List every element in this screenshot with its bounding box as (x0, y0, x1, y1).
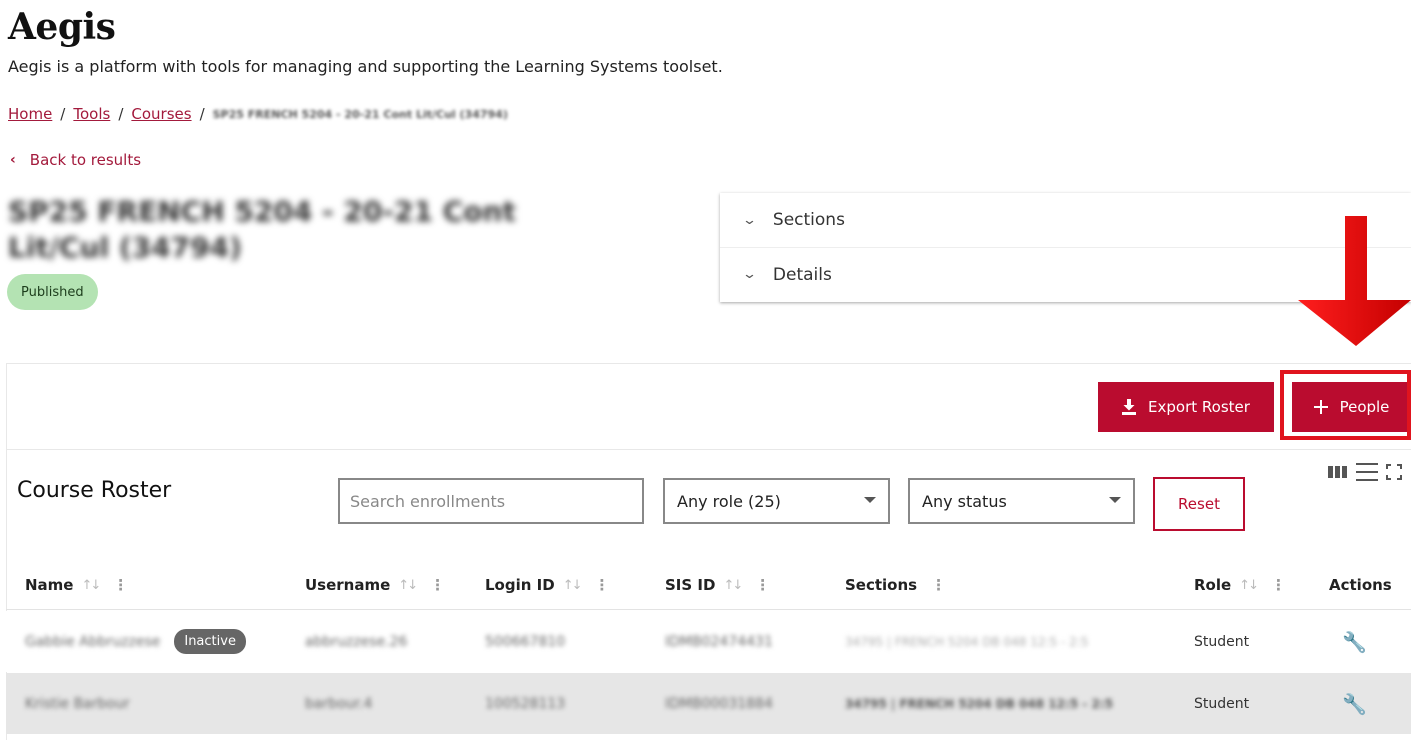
app-title: Aegis (8, 6, 116, 48)
column-header-login-id[interactable]: Login ID ↑↓ ⋮ (485, 576, 609, 594)
highlight-annotation (1280, 370, 1411, 440)
caret-down-icon (1109, 497, 1121, 503)
table-row[interactable]: Gabbie Abbruzzese Inactive abbruzzese.26… (6, 611, 1411, 672)
column-header-username[interactable]: Username ↑↓ ⋮ (305, 576, 445, 594)
kebab-icon[interactable]: ⋮ (430, 576, 445, 594)
density-icon[interactable] (1356, 462, 1378, 482)
role-filter-select[interactable]: Any role (25) (663, 478, 890, 524)
search-enrollments-input[interactable] (338, 478, 644, 524)
inactive-badge: Inactive (174, 629, 246, 654)
student-name[interactable]: Gabbie Abbruzzese (25, 634, 160, 650)
column-header-actions: Actions (1329, 576, 1392, 594)
header-divider (6, 609, 1411, 610)
row-actions[interactable]: 🔧 (1342, 673, 1367, 734)
sort-icon[interactable]: ↑↓ (398, 578, 418, 593)
status-filter-select[interactable]: Any status (908, 478, 1135, 524)
table-row[interactable]: Kristie Barbour barbour.4 100528113 IDMB… (6, 673, 1411, 734)
student-name[interactable]: Kristie Barbour (25, 696, 130, 712)
table-view-controls (1328, 462, 1402, 482)
column-header-role[interactable]: Role ↑↓ ⋮ (1194, 576, 1286, 594)
export-roster-button[interactable]: Export Roster (1098, 382, 1274, 432)
login-id-cell: 100528113 (485, 695, 566, 712)
role-cell: Student (1194, 695, 1250, 712)
username-cell: abbruzzese.26 (305, 633, 408, 650)
column-username-label: Username (305, 576, 391, 594)
published-badge: Published (7, 274, 98, 310)
kebab-icon[interactable]: ⋮ (113, 576, 128, 594)
column-header-name[interactable]: Name ↑↓ ⋮ (25, 576, 128, 594)
chevron-down-icon: ⌄ (741, 267, 758, 282)
kebab-icon[interactable]: ⋮ (931, 576, 946, 594)
sections-cell: 34795 | FRENCH 5204 DB 048 12:5 - 2:5 (845, 696, 1113, 711)
kebab-icon[interactable]: ⋮ (755, 576, 770, 594)
column-name-label: Name (25, 576, 74, 594)
column-header-sections[interactable]: Sections ⋮ (845, 576, 946, 594)
column-login-id-label: Login ID (485, 576, 555, 594)
sections-cell: 34795 | FRENCH 5204 DB 048 12:5 - 2:5 (845, 634, 1089, 649)
reset-button[interactable]: Reset (1153, 477, 1245, 531)
caret-down-icon (864, 497, 876, 503)
back-link-label: Back to results (29, 151, 142, 169)
chevron-down-icon: ⌄ (741, 212, 758, 228)
toolbar-divider (6, 449, 1411, 450)
breadcrumb-home-link[interactable]: Home (8, 105, 52, 123)
sort-icon[interactable]: ↑↓ (1239, 578, 1259, 593)
column-sis-id-label: SIS ID (665, 576, 716, 594)
sort-icon[interactable]: ↑↓ (723, 578, 743, 593)
chevron-left-icon: ‹ (10, 152, 16, 168)
row-actions[interactable]: 🔧 (1342, 611, 1367, 672)
roster-title: Course Roster (17, 478, 172, 503)
breadcrumb: Home / Tools / Courses / SP25 FRENCH 520… (8, 105, 508, 123)
fullscreen-icon[interactable] (1386, 464, 1402, 480)
arrow-down-annotation (1298, 216, 1411, 346)
breadcrumb-current: SP25 FRENCH 5204 - 20-21 Cont Lit/Cul (3… (212, 107, 508, 121)
breadcrumb-separator: / (118, 105, 124, 123)
breadcrumb-separator: / (60, 105, 66, 123)
sort-icon[interactable]: ↑↓ (81, 578, 101, 593)
wrench-icon[interactable]: 🔧 (1342, 630, 1367, 654)
wrench-icon[interactable]: 🔧 (1342, 692, 1367, 716)
columns-icon[interactable] (1328, 464, 1348, 480)
sis-id-cell: IDMB00031884 (665, 695, 773, 712)
column-sections-label: Sections (845, 576, 918, 594)
kebab-icon[interactable]: ⋮ (1271, 576, 1286, 594)
export-roster-label: Export Roster (1148, 398, 1250, 416)
accordion-details-label: Details (772, 264, 832, 285)
role-cell: Student (1194, 633, 1250, 650)
sort-icon[interactable]: ↑↓ (563, 578, 583, 593)
sis-id-cell: IDMB02474431 (665, 633, 773, 650)
breadcrumb-tools-link[interactable]: Tools (73, 105, 110, 123)
breadcrumb-separator: / (199, 105, 205, 123)
kebab-icon[interactable]: ⋮ (594, 576, 609, 594)
app-description: Aegis is a platform with tools for manag… (8, 57, 723, 76)
course-title: SP25 FRENCH 5204 - 20-21 Cont Lit/Cul (3… (8, 195, 516, 264)
breadcrumb-courses-link[interactable]: Courses (131, 105, 191, 123)
column-actions-label: Actions (1329, 576, 1392, 594)
login-id-cell: 500667810 (485, 633, 566, 650)
column-role-label: Role (1194, 576, 1232, 594)
role-filter-value: Any role (25) (677, 491, 781, 511)
back-to-results-link[interactable]: ‹ Back to results (10, 151, 141, 169)
status-filter-value: Any status (922, 491, 1007, 511)
accordion-sections-label: Sections (772, 210, 845, 230)
username-cell: barbour.4 (305, 695, 373, 712)
column-header-sis-id[interactable]: SIS ID ↑↓ ⋮ (665, 576, 770, 594)
download-icon (1122, 399, 1137, 415)
